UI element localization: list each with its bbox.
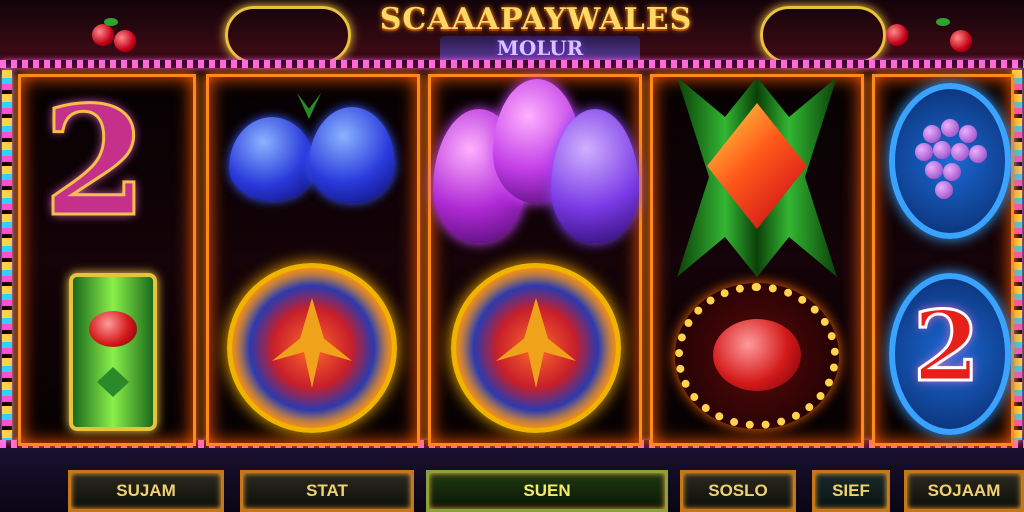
gem-slot-symbol xyxy=(69,273,157,431)
grape-icon xyxy=(925,161,943,179)
bow-icon xyxy=(496,298,576,388)
top-light-strip xyxy=(0,60,1024,68)
plum-icon xyxy=(309,107,395,203)
grape-icon xyxy=(959,125,977,143)
grape-icon xyxy=(933,141,951,159)
ornament-right xyxy=(760,6,886,64)
grape-icon xyxy=(935,181,953,199)
cherry-icon xyxy=(950,30,972,52)
stem-icon xyxy=(297,93,321,119)
spin-button[interactable]: SUEN xyxy=(426,470,668,512)
grape-icon xyxy=(915,143,933,161)
emerald-icon xyxy=(97,367,129,397)
left-light-strip xyxy=(2,70,12,440)
sief-button[interactable]: SIEF xyxy=(812,470,890,512)
sojaam-button[interactable]: SOJAAM xyxy=(904,470,1024,512)
grape-icon xyxy=(943,163,961,181)
ruby-icon xyxy=(89,311,137,347)
leaf-icon xyxy=(936,18,950,26)
reel-1: 2 xyxy=(18,74,196,446)
sujam-button[interactable]: SUJAM xyxy=(68,470,224,512)
grape-icon xyxy=(923,125,941,143)
two-badge-symbol: 2 xyxy=(889,273,1011,435)
grapes-symbol xyxy=(889,83,1011,239)
grape-icon xyxy=(941,119,959,137)
two-symbol: 2 xyxy=(41,74,148,250)
bow-coin-symbol xyxy=(227,263,397,433)
cherry-icon xyxy=(92,24,114,46)
cherry-icon xyxy=(114,30,136,52)
reel-4 xyxy=(650,74,864,446)
plum-icon xyxy=(229,117,315,201)
ruby-ring-symbol xyxy=(675,283,839,429)
game-subtitle: MOLUR xyxy=(440,36,640,62)
bow-icon xyxy=(272,298,352,388)
soslo-button[interactable]: SOSLO xyxy=(680,470,796,512)
bow-coin-symbol xyxy=(451,263,621,433)
grape-icon xyxy=(951,143,969,161)
stat-button[interactable]: STAT xyxy=(240,470,414,512)
reel-5: 2 xyxy=(872,74,1014,446)
cherry-icon xyxy=(886,24,908,46)
ruby-icon xyxy=(713,319,801,391)
leaf-icon xyxy=(104,18,118,26)
two-symbol: 2 xyxy=(912,289,982,405)
reel-3 xyxy=(428,74,642,446)
slot-machine: SCAAAPAYWALES MOLUR 2 2 SUJAM STAT SUEN … xyxy=(0,0,1024,512)
grape-icon xyxy=(969,145,987,163)
reel-2 xyxy=(206,74,420,446)
